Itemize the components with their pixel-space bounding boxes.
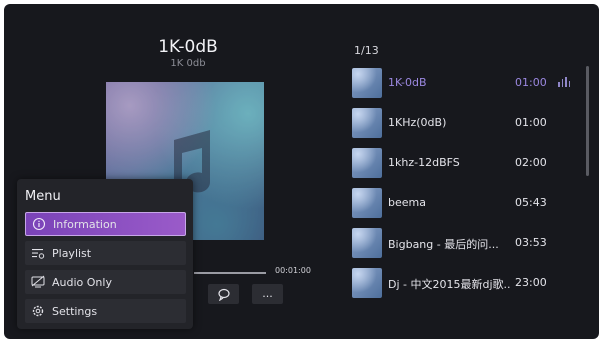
- track-duration: 05:43: [515, 196, 547, 209]
- more-button[interactable]: ...: [252, 284, 283, 304]
- track-thumbnail: [352, 188, 382, 218]
- menu-item-settings[interactable]: Settings: [25, 299, 186, 323]
- now-playing-title: 1K-0dB: [158, 37, 218, 57]
- playlist-item[interactable]: beema 05:43: [352, 186, 582, 222]
- track-thumbnail: [352, 148, 382, 178]
- more-icon: ...: [262, 287, 273, 300]
- menu-item-label: Audio Only: [52, 275, 112, 289]
- track-duration: 01:00: [515, 116, 547, 129]
- track-duration: 03:53: [515, 236, 547, 249]
- track-name: Bigbang - 最后的问...: [388, 238, 499, 251]
- menu-item-audio-only[interactable]: Audio Only: [25, 270, 186, 294]
- track-duration: 02:00: [515, 156, 547, 169]
- menu-item-label: Settings: [52, 304, 98, 318]
- track-name: 1KHz(0dB): [388, 116, 447, 129]
- equalizer-icon: [558, 77, 570, 87]
- info-icon: [32, 217, 46, 231]
- track-name: 1khz-12dBFS: [388, 156, 460, 169]
- playlist-icon: [31, 246, 45, 260]
- playlist-scrollbar[interactable]: [586, 66, 589, 176]
- track-duration: 23:00: [515, 276, 547, 289]
- menu-item-label: Information: [53, 217, 117, 231]
- playlist-item[interactable]: 1khz-12dBFS 02:00: [352, 146, 582, 182]
- playlist-item[interactable]: 1KHz(0dB) 01:00: [352, 106, 582, 142]
- now-playing-subtitle: 1K 0db: [170, 58, 206, 69]
- repeat-button[interactable]: [208, 284, 239, 304]
- menu-item-information[interactable]: Information: [25, 212, 186, 236]
- playlist-position: 1/13: [354, 44, 379, 57]
- tv-screen: 1K-0dB 1K 0db 00:01:00 ... Menu Informat…: [4, 4, 599, 339]
- menu-item-label: Playlist: [52, 246, 92, 260]
- progress-bar[interactable]: [194, 272, 266, 274]
- playlist-item[interactable]: Bigbang - 最后的问... 03:53: [352, 226, 582, 262]
- playlist-item[interactable]: 1K-0dB 01:00: [352, 66, 582, 102]
- track-duration: 01:00: [515, 76, 547, 89]
- playlist-item[interactable]: Dj - 中文2015最新dj歌... 23:00: [352, 266, 582, 302]
- track-thumbnail: [352, 228, 382, 258]
- track-thumbnail: [352, 108, 382, 138]
- total-time: 00:01:00: [275, 266, 311, 275]
- menu-title: Menu: [25, 189, 61, 204]
- settings-icon: [31, 304, 45, 318]
- track-name: Dj - 中文2015最新dj歌...: [388, 278, 510, 291]
- menu-panel: Menu Information Playlist Audio Only Set…: [17, 179, 193, 329]
- repeat-icon: [217, 288, 230, 302]
- menu-item-playlist[interactable]: Playlist: [25, 241, 186, 265]
- audio-only-icon: [31, 275, 45, 289]
- track-name: beema: [388, 196, 426, 209]
- track-thumbnail: [352, 68, 382, 98]
- track-name: 1K-0dB: [388, 76, 427, 89]
- track-thumbnail: [352, 268, 382, 298]
